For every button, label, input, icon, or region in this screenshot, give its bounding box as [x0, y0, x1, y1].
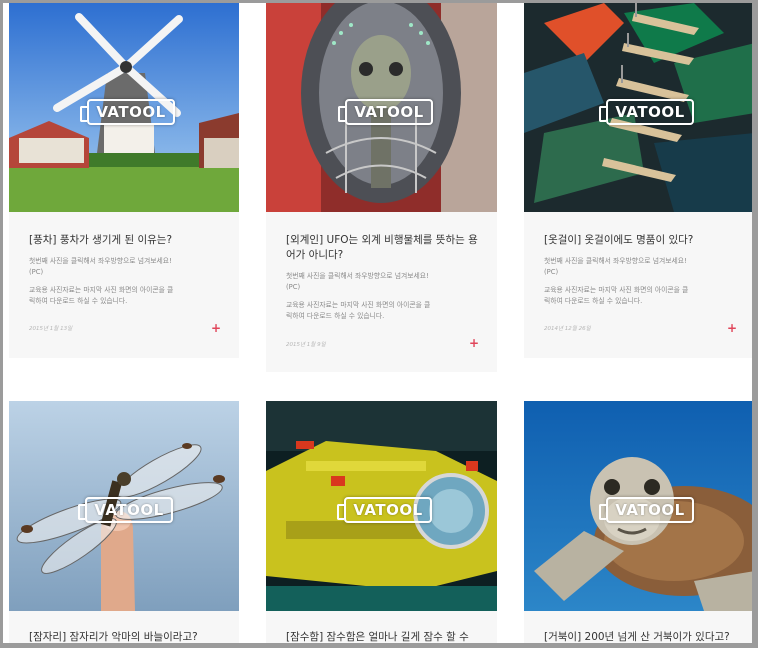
submarine-thumbnail[interactable]: VATOOL [266, 401, 497, 611]
screenshot-frame: VATOOL [풍차] 풍차가 생기게 된 이유는? 첫번째 사진을 클릭해서 … [0, 0, 758, 648]
card-instruction: 첫번째 사진을 클릭해서 좌우방향으로 넘겨보세요! [544, 257, 687, 265]
card-download-note: 교육용 사진자료는 마지막 사진 화면의 아이콘을 클 [286, 301, 431, 309]
card-instruction: 첫번째 사진을 클릭해서 좌우방향으로 넘겨보세요! [286, 272, 429, 280]
card-download-note: 교육용 사진자료는 마지막 사진 화면의 아이콘을 클 [29, 286, 174, 294]
card-download-note-2: 릭하여 다운로드 하실 수 있습니다. [286, 312, 385, 320]
windmill-thumbnail[interactable]: VATOOL [9, 3, 239, 212]
card-date: 2015년 1월 13일 [29, 326, 73, 332]
card-instruction-pc: (PC) [286, 283, 301, 291]
hanger-thumbnail[interactable]: VATOOL [524, 3, 752, 212]
card-instruction: 첫번째 사진을 클릭해서 좌우방향으로 넘겨보세요! [29, 257, 172, 265]
post-card-hanger[interactable]: VATOOL [옷걸이] 옷걸이에도 명품이 있다? 첫번째 사진을 클릭해서 … [524, 3, 752, 358]
vatool-watermark: VATOOL [338, 99, 433, 125]
vatool-watermark: VATOOL [80, 99, 175, 125]
vatool-watermark: VATOOL [337, 497, 432, 523]
alien-thumbnail[interactable]: VATOOL [266, 3, 497, 212]
post-card-dragonfly[interactable]: VATOOL [잠자리] 잠자리가 악마의 바늘이라고? [9, 401, 239, 643]
post-card-turtle[interactable]: VATOOL [거북이] 200년 넘게 산 거북이가 있다고? [524, 401, 752, 643]
turtle-thumbnail[interactable]: VATOOL [524, 401, 752, 611]
card-date: 2015년 1월 9일 [286, 342, 326, 348]
card-instruction-pc: (PC) [29, 268, 44, 276]
card-title[interactable]: [외계인] UFO는 외계 비행물체를 뜻하는 용 [286, 233, 483, 248]
card-title-line2[interactable]: 어가 아니다? [286, 248, 483, 263]
vatool-watermark: VATOOL [78, 497, 173, 523]
card-download-note: 교육용 사진자료는 마지막 사진 화면의 아이콘을 클 [544, 286, 689, 294]
card-date: 2014년 12월 26일 [544, 326, 591, 332]
card-title[interactable]: [풍차] 풍차가 생기게 된 이유는? [29, 233, 225, 248]
card-title[interactable]: [잠수함] 잠수함은 얼마나 길게 잠수 할 수 [286, 630, 483, 643]
card-title[interactable]: [옷걸이] 옷걸이에도 명품이 있다? [544, 233, 741, 248]
card-title[interactable]: [거북이] 200년 넘게 산 거북이가 있다고? [544, 630, 741, 643]
card-download-note-2: 릭하여 다운로드 하실 수 있습니다. [29, 297, 128, 305]
vatool-watermark: VATOOL [599, 99, 694, 125]
plus-icon[interactable]: + [469, 337, 479, 349]
post-card-windmill[interactable]: VATOOL [풍차] 풍차가 생기게 된 이유는? 첫번째 사진을 클릭해서 … [9, 3, 239, 358]
vatool-watermark: VATOOL [599, 497, 694, 523]
post-card-alien[interactable]: VATOOL [외계인] UFO는 외계 비행물체를 뜻하는 용 어가 아니다?… [266, 3, 497, 372]
card-instruction-pc: (PC) [544, 268, 559, 276]
post-card-submarine[interactable]: VATOOL [잠수함] 잠수함은 얼마나 길게 잠수 할 수 [266, 401, 497, 643]
plus-icon[interactable]: + [211, 322, 221, 334]
dragonfly-thumbnail[interactable]: VATOOL [9, 401, 239, 611]
card-title[interactable]: [잠자리] 잠자리가 악마의 바늘이라고? [29, 630, 225, 643]
card-download-note-2: 릭하여 다운로드 하실 수 있습니다. [544, 297, 643, 305]
plus-icon[interactable]: + [727, 322, 737, 334]
